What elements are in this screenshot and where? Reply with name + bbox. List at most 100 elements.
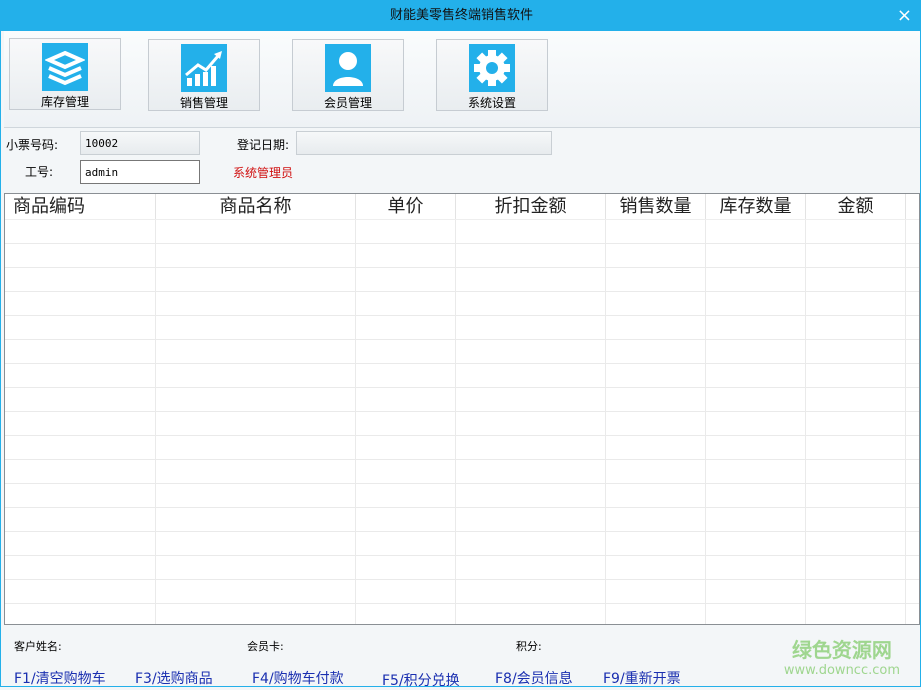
table-row[interactable] xyxy=(5,412,919,436)
table-cell xyxy=(456,604,606,625)
table-cell xyxy=(606,460,706,483)
table-cell xyxy=(806,244,906,267)
table-row[interactable] xyxy=(5,508,919,532)
window-title: 财能美零售终端销售软件 xyxy=(390,8,533,23)
layers-icon xyxy=(42,43,88,91)
table-row[interactable] xyxy=(5,316,919,340)
table-cell xyxy=(606,364,706,387)
f8-member-info[interactable]: F8/会员信息 xyxy=(495,668,573,688)
table-cell xyxy=(356,364,456,387)
table-cell xyxy=(606,340,706,363)
f1-clear-cart[interactable]: F1/清空购物车 xyxy=(14,668,106,688)
table-cell xyxy=(5,436,156,459)
staff-id-field[interactable]: admin xyxy=(80,160,200,184)
cart-table[interactable]: 商品编码 商品名称 单价 折扣金额 销售数量 库存数量 金额 xyxy=(4,193,920,625)
table-cell xyxy=(156,604,356,625)
table-cell xyxy=(806,532,906,555)
table-cell xyxy=(606,484,706,507)
table-row[interactable] xyxy=(5,268,919,292)
members-button[interactable]: 会员管理 xyxy=(292,39,404,111)
f3-select-goods[interactable]: F3/选购商品 xyxy=(135,668,213,688)
table-row[interactable] xyxy=(5,292,919,316)
table-cell xyxy=(606,436,706,459)
table-cell xyxy=(706,220,806,243)
table-row[interactable] xyxy=(5,484,919,508)
table-cell xyxy=(456,508,606,531)
col-sales-qty[interactable]: 销售数量 xyxy=(606,194,706,219)
table-cell xyxy=(606,268,706,291)
table-cell xyxy=(5,268,156,291)
table-cell xyxy=(356,388,456,411)
sales-button[interactable]: 销售管理 xyxy=(148,39,260,111)
table-cell xyxy=(606,580,706,603)
col-discount[interactable]: 折扣金额 xyxy=(456,194,606,219)
table-cell xyxy=(806,460,906,483)
table-cell xyxy=(706,484,806,507)
table-cell xyxy=(806,220,906,243)
table-cell xyxy=(806,556,906,579)
table-cell xyxy=(456,580,606,603)
table-cell xyxy=(5,532,156,555)
watermark-name: 绿色资源网 xyxy=(784,634,900,663)
inventory-button[interactable]: 库存管理 xyxy=(9,38,121,110)
table-cell xyxy=(806,412,906,435)
table-row[interactable] xyxy=(5,604,919,625)
table-cell xyxy=(356,412,456,435)
table-row[interactable] xyxy=(5,220,919,244)
table-row[interactable] xyxy=(5,580,919,604)
settings-button[interactable]: 系统设置 xyxy=(436,39,548,111)
f5-points-redeem[interactable]: F5/积分兑换 xyxy=(382,670,460,690)
table-cell xyxy=(806,316,906,339)
table-row[interactable] xyxy=(5,436,919,460)
watermark: 绿色资源网www.downcc.com xyxy=(784,634,900,678)
table-cell xyxy=(606,604,706,625)
table-cell xyxy=(806,292,906,315)
table-row[interactable] xyxy=(5,460,919,484)
table-cell xyxy=(606,244,706,267)
table-cell xyxy=(456,436,606,459)
date-label: 登记日期: xyxy=(237,136,289,153)
table-cell xyxy=(5,292,156,315)
table-cell xyxy=(706,268,806,291)
table-cell xyxy=(156,460,356,483)
table-cell xyxy=(5,604,156,625)
col-amount[interactable]: 金额 xyxy=(806,194,906,219)
table-cell xyxy=(456,412,606,435)
table-cell xyxy=(5,556,156,579)
table-cell xyxy=(5,508,156,531)
f4-checkout[interactable]: F4/购物车付款 xyxy=(252,668,344,688)
table-row[interactable] xyxy=(5,556,919,580)
table-row[interactable] xyxy=(5,364,919,388)
table-cell xyxy=(806,364,906,387)
table-cell xyxy=(356,460,456,483)
table-cell xyxy=(706,292,806,315)
table-cell xyxy=(456,556,606,579)
table-cell xyxy=(456,460,606,483)
table-cell xyxy=(5,388,156,411)
table-cell xyxy=(156,244,356,267)
table-row[interactable] xyxy=(5,532,919,556)
table-cell xyxy=(706,604,806,625)
col-stock-qty[interactable]: 库存数量 xyxy=(706,194,806,219)
card-label: 会员卡: xyxy=(247,638,284,654)
table-row[interactable] xyxy=(5,340,919,364)
ticket-number-field[interactable]: 10002 xyxy=(80,131,200,155)
table-cell xyxy=(5,316,156,339)
user-icon xyxy=(325,44,371,92)
table-cell xyxy=(156,268,356,291)
table-cell xyxy=(5,220,156,243)
role-text: 系统管理员 xyxy=(233,164,293,181)
table-cell xyxy=(706,580,806,603)
date-field[interactable] xyxy=(296,131,552,155)
col-code[interactable]: 商品编码 xyxy=(5,194,156,219)
table-cell xyxy=(706,436,806,459)
col-name[interactable]: 商品名称 xyxy=(156,194,356,219)
close-icon[interactable]: × xyxy=(897,1,912,31)
col-price[interactable]: 单价 xyxy=(356,194,456,219)
table-cell xyxy=(706,364,806,387)
table-cell xyxy=(706,412,806,435)
table-row[interactable] xyxy=(5,388,919,412)
f9-reissue-ticket[interactable]: F9/重新开票 xyxy=(603,668,681,688)
table-cell xyxy=(456,292,606,315)
table-row[interactable] xyxy=(5,244,919,268)
